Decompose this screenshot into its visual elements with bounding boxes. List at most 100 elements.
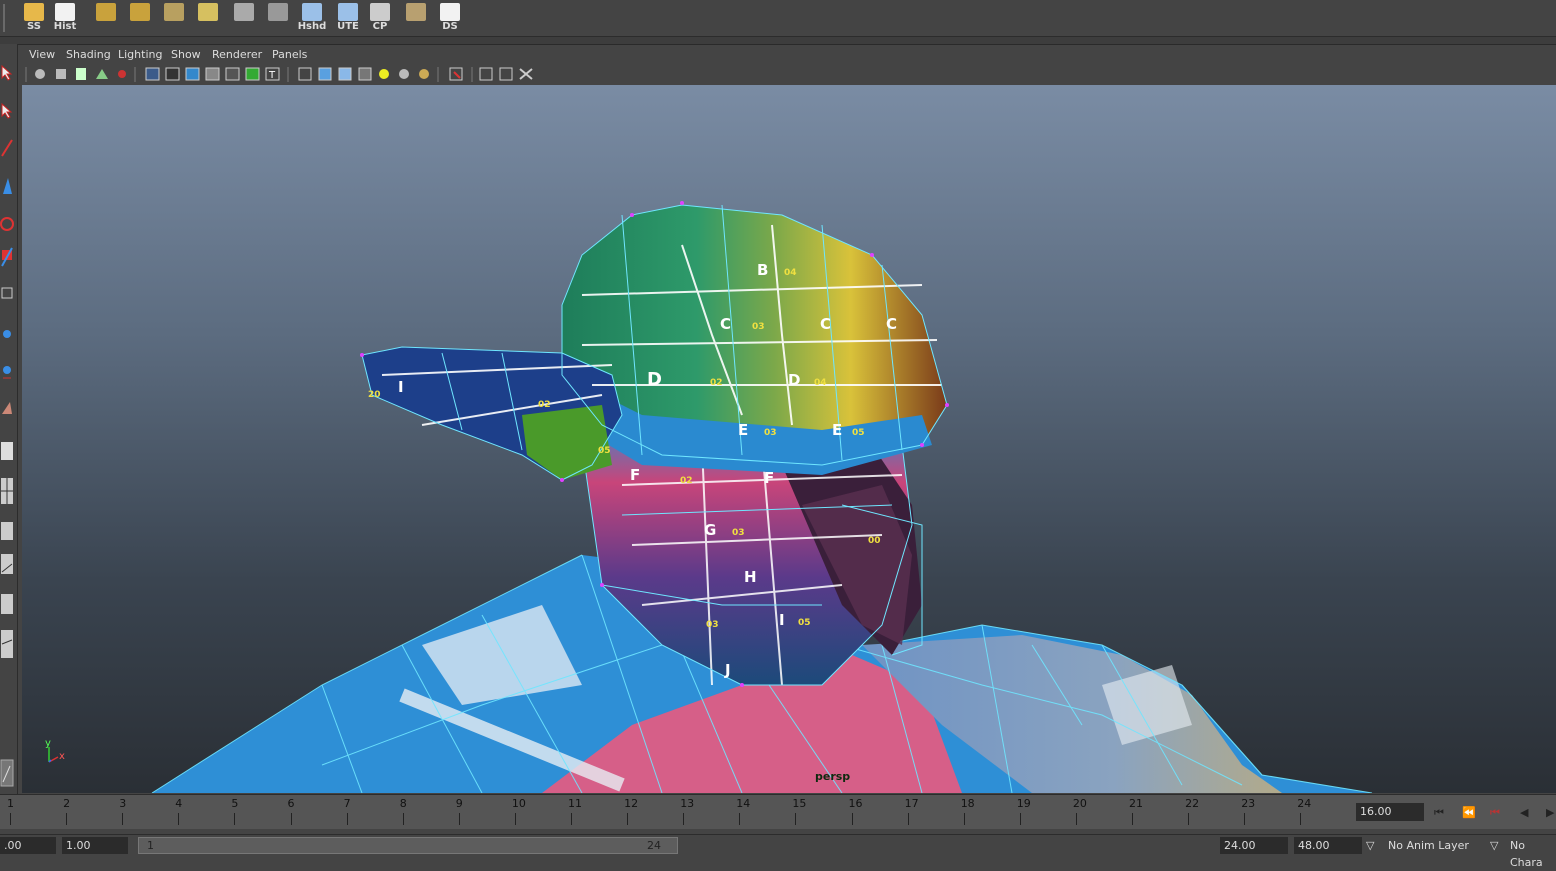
resolution-gate-icon[interactable]: [185, 67, 200, 81]
layout-four-icon[interactable]: [1, 478, 13, 504]
uv-number: 04: [814, 378, 827, 388]
last-tool-icon[interactable]: [3, 366, 11, 379]
soft-mod-icon[interactable]: [3, 330, 11, 338]
shadows-icon[interactable]: [399, 69, 409, 79]
bookmarks-icon[interactable]: [76, 68, 86, 80]
2d-pan-zoom-icon[interactable]: [118, 70, 126, 78]
wireframe-on-shaded-icon[interactable]: [338, 67, 352, 81]
smooth-shade-icon[interactable]: [318, 67, 332, 81]
film-gate-icon[interactable]: [165, 67, 180, 81]
shelf-button-6[interactable]: [228, 1, 260, 34]
uv-number: 05: [798, 618, 811, 628]
range-bar-start: 1: [147, 839, 154, 852]
uv-letter: C: [820, 315, 831, 333]
select-camera-icon[interactable]: [35, 69, 45, 79]
frame-tick: [851, 813, 853, 825]
anim-layer-dropdown[interactable]: No Anim Layer: [1388, 837, 1469, 854]
shelf-button-7[interactable]: [262, 1, 294, 34]
hypershade-icon: [302, 3, 322, 21]
shelf-button-label: CP: [372, 21, 388, 32]
layout-single-icon[interactable]: [1, 442, 13, 460]
paint-select-icon[interactable]: [1, 139, 13, 157]
animation-start-field[interactable]: .00: [0, 837, 56, 854]
select-tool-icon[interactable]: [1, 64, 13, 81]
shelf-button-3[interactable]: [124, 1, 156, 34]
layout-uv-icon[interactable]: [1, 630, 13, 658]
sculpt-icon[interactable]: [2, 402, 12, 414]
frame-tick: [122, 813, 124, 825]
wireframe-icon[interactable]: [298, 67, 312, 81]
grid-icon[interactable]: [145, 67, 160, 81]
3d-viewport[interactable]: B C C C D D E E F F G H I J I 04 03 02 0…: [22, 85, 1556, 793]
panel-toolbar-icons: T: [25, 67, 533, 82]
symmetry-icon[interactable]: [519, 68, 533, 80]
scale-tool-icon[interactable]: [1, 247, 13, 267]
camera-attributes-icon[interactable]: [56, 69, 66, 79]
safe-action-icon[interactable]: [245, 67, 260, 81]
step-back-key-button[interactable]: ⏮: [1490, 806, 1506, 819]
frame-tick-label: 22: [1185, 797, 1200, 810]
chevron-down-icon[interactable]: ▽: [1366, 837, 1374, 854]
panel-divider[interactable]: [0, 37, 1556, 45]
uv-number: 02: [710, 378, 723, 388]
tool-settings-icon[interactable]: [0, 759, 14, 787]
shelf-button-8[interactable]: Hshd: [296, 1, 328, 34]
layout-hypershade-icon[interactable]: [1, 594, 13, 614]
shelf-button-9[interactable]: UTE: [332, 1, 364, 34]
frame-tick-label: 20: [1072, 797, 1087, 810]
shelf-button-5[interactable]: [192, 1, 224, 34]
rotate-tool-icon[interactable]: [0, 217, 14, 231]
frame-tick: [1132, 813, 1133, 825]
menu-show[interactable]: Show: [171, 48, 201, 61]
xray-icon[interactable]: [449, 67, 463, 81]
menu-renderer[interactable]: Renderer: [212, 48, 262, 61]
shelf-button-11[interactable]: [400, 1, 432, 34]
play-forwards-button[interactable]: ▶: [1546, 806, 1556, 819]
high-quality-icon[interactable]: [419, 69, 429, 79]
menu-panels[interactable]: Panels: [272, 48, 307, 61]
play-backwards-button[interactable]: ◀: [1520, 806, 1536, 819]
step-back-frame-button[interactable]: ⏪: [1462, 806, 1478, 819]
field-chart-icon[interactable]: [225, 67, 240, 81]
safe-title-icon[interactable]: T: [265, 67, 280, 81]
textured-icon[interactable]: [358, 67, 372, 81]
character-set-dropdown[interactable]: No Chara: [1510, 837, 1556, 869]
use-all-lights-icon[interactable]: [379, 69, 389, 79]
time-ruler[interactable]: 1 2 3 4 5 6 7 8 9 10 11 12 13 14 15 16 17 18 19 20 21 22 23 24: [0, 795, 1352, 829]
shelf-button-2[interactable]: [90, 1, 122, 34]
uv-number: 20: [368, 390, 381, 400]
gate-mask-icon[interactable]: [205, 67, 220, 81]
shelf-button-1[interactable]: Hist: [49, 1, 81, 34]
shelf-button-10[interactable]: CP: [364, 1, 396, 34]
frame-tick: [402, 813, 404, 825]
chevron-down-icon[interactable]: ▽: [1490, 837, 1498, 854]
playback-start-field[interactable]: 1.00: [62, 837, 128, 854]
shelf-button-0[interactable]: SS: [18, 1, 50, 34]
playback-end-field[interactable]: 24.00: [1220, 837, 1288, 854]
layout-persp-outliner-icon[interactable]: [1, 522, 13, 540]
animation-end-field[interactable]: 48.00: [1294, 837, 1362, 854]
menu-view[interactable]: View: [29, 48, 55, 61]
checker-sphere-icon: [234, 3, 254, 21]
current-frame-field[interactable]: 16.00: [1356, 803, 1424, 821]
layout-graph-icon[interactable]: [1, 554, 13, 574]
shelf-button-label: DS: [442, 21, 458, 32]
axis-y-label: y: [45, 738, 51, 749]
uv-letter: F: [764, 469, 774, 487]
menu-lighting[interactable]: Lighting: [118, 48, 162, 61]
uv-letter: J: [724, 661, 731, 679]
shelf-button-4[interactable]: [158, 1, 190, 34]
go-to-start-button[interactable]: ⏮: [1434, 806, 1450, 819]
isolate-select-icon[interactable]: [479, 67, 493, 81]
range-bar[interactable]: 1 24: [138, 837, 678, 854]
time-slider[interactable]: 1 2 3 4 5 6 7 8 9 10 11 12 13 14 15 16 17 18 19 20 21 22 23 24 …: [0, 794, 1556, 829]
shelf-grip[interactable]: [3, 4, 11, 32]
image-plane-icon[interactable]: [96, 69, 108, 79]
shelf-button-12[interactable]: DS: [434, 1, 466, 34]
frame-all-icon[interactable]: [499, 67, 513, 81]
menu-shading[interactable]: Shading: [66, 48, 111, 61]
manipulator-icon[interactable]: [1, 287, 13, 299]
move-tool-icon[interactable]: [3, 178, 12, 194]
lasso-tool-icon[interactable]: [1, 102, 13, 119]
frame-tick-label: 11: [568, 797, 582, 810]
